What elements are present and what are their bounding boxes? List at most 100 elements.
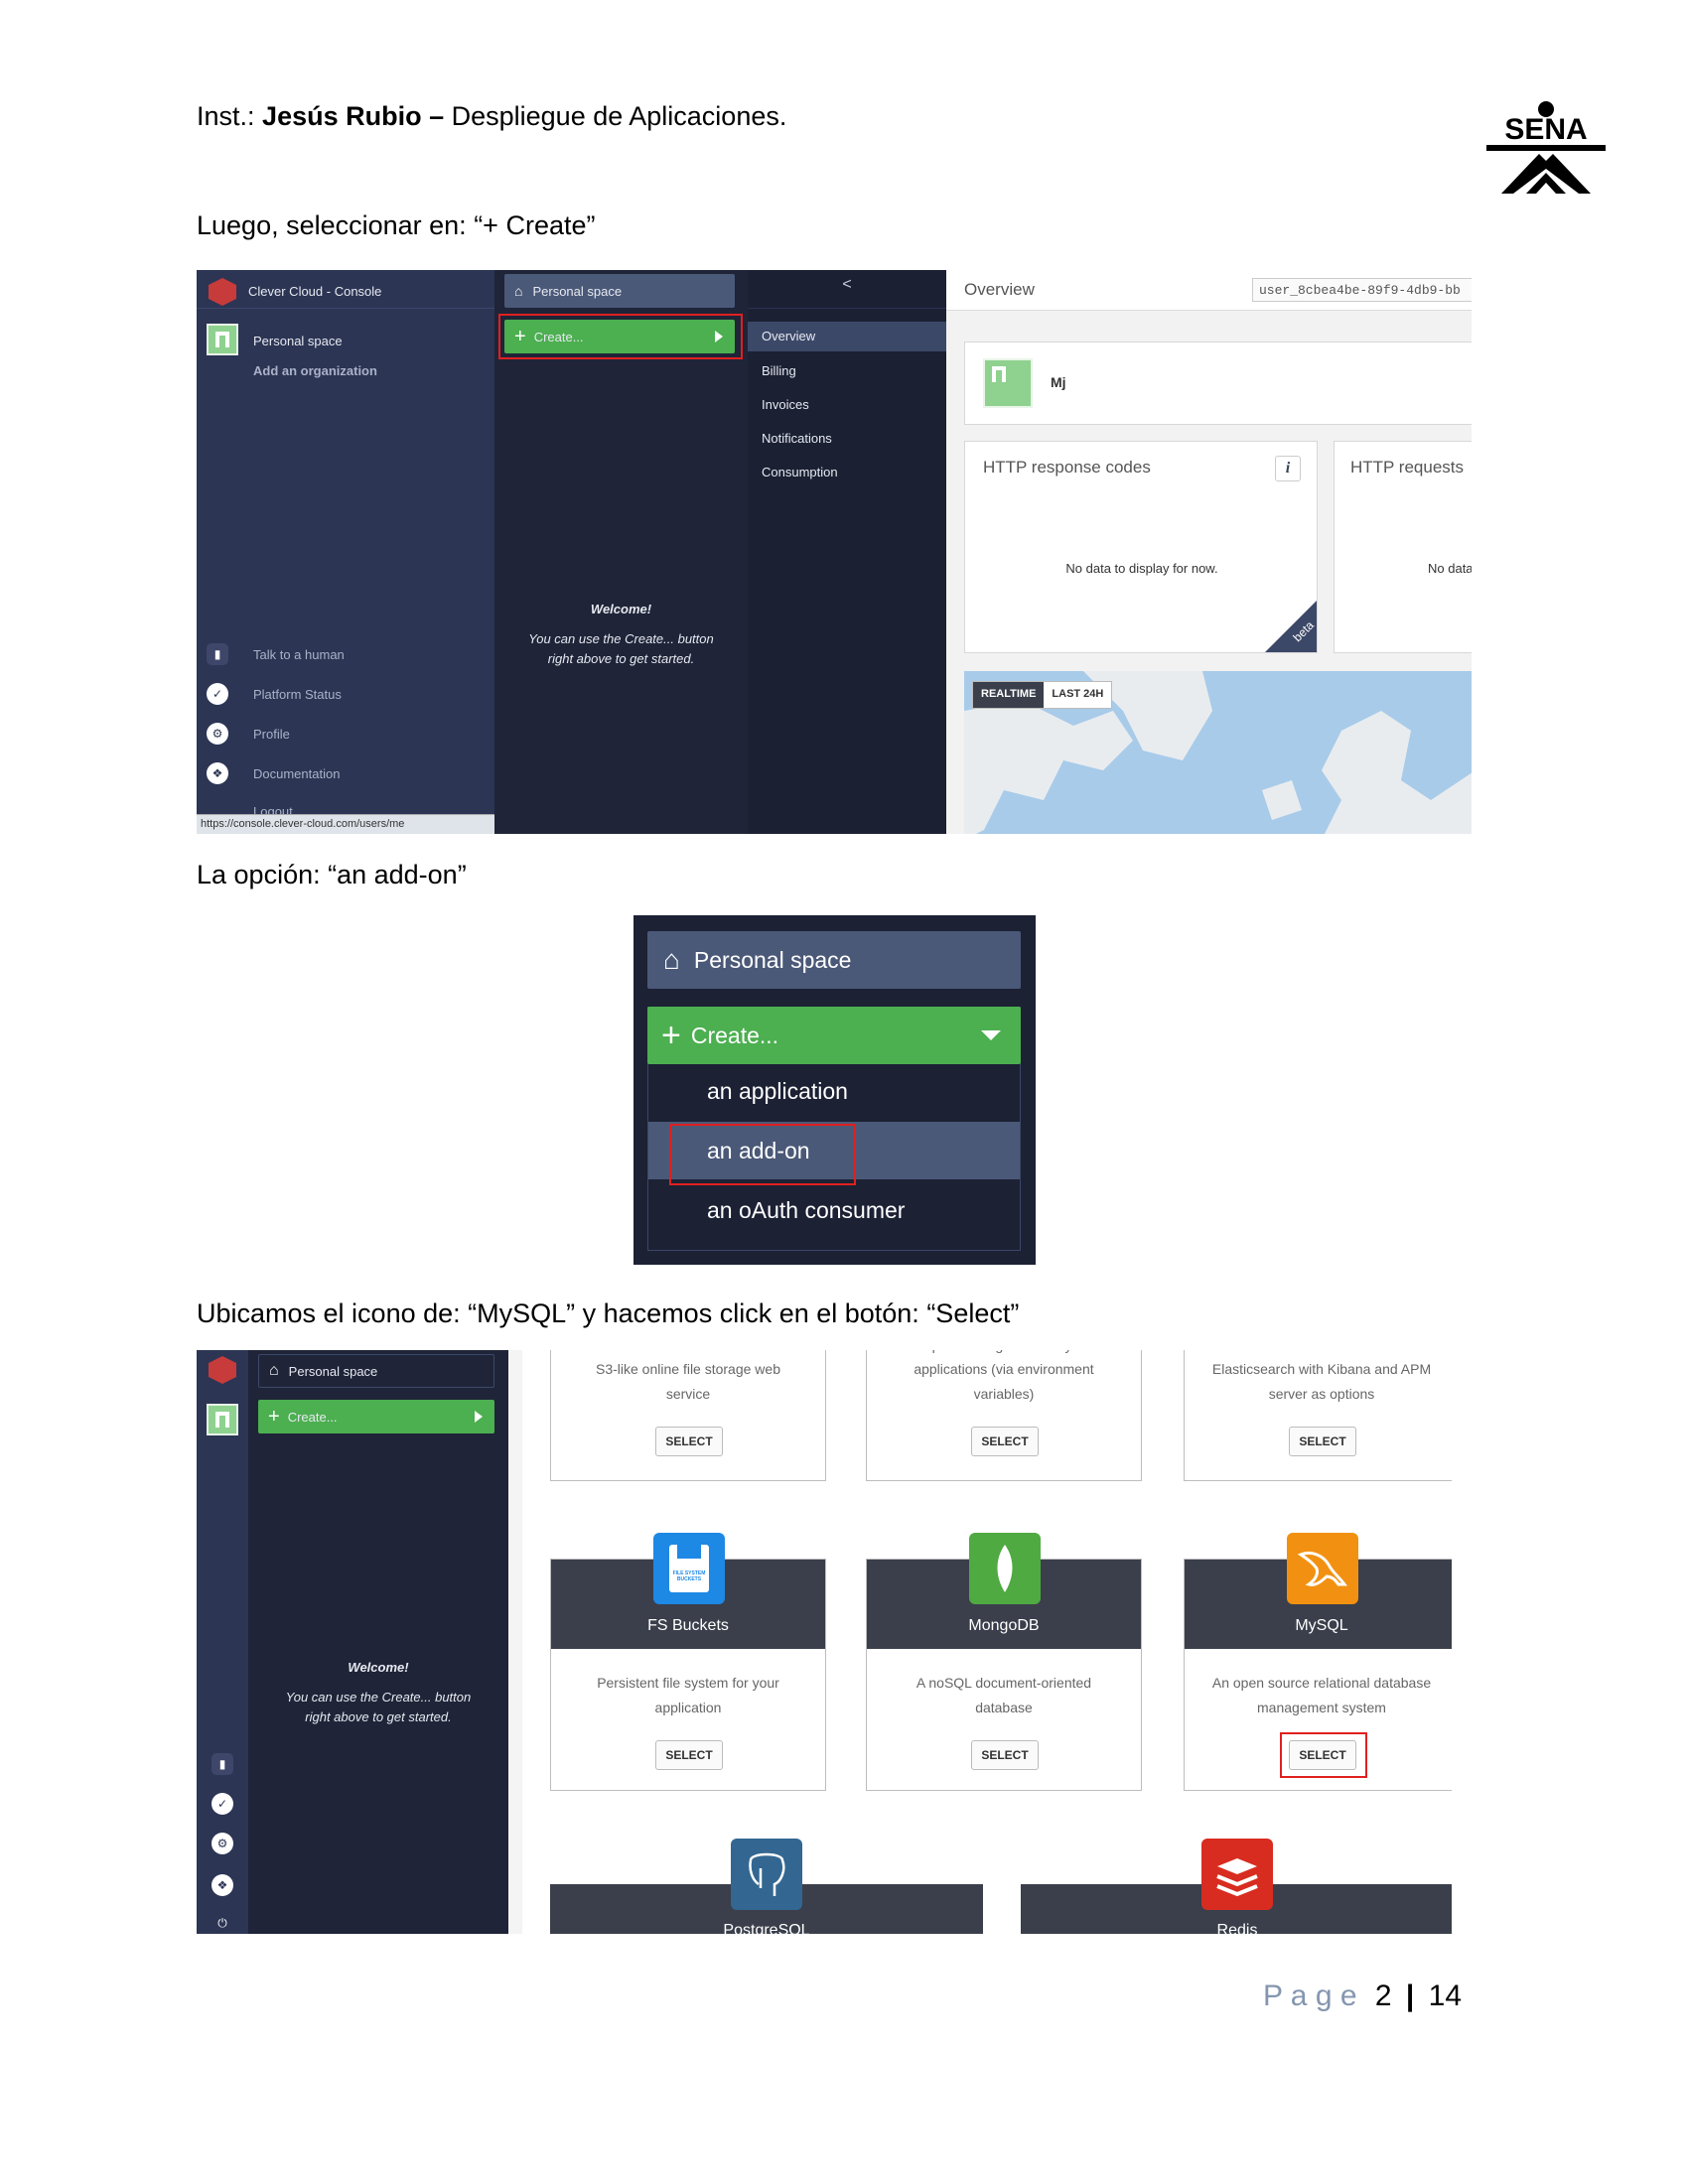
http-requests-title: HTTP requests: [1350, 458, 1465, 477]
status-url: https://console.clever-cloud.com/users/m…: [201, 818, 405, 830]
step-1-text: Luego, seleccionar en: “+ Create”: [197, 210, 596, 240]
addon-card-cellar: S3-like online file storage web service …: [550, 1350, 826, 1481]
console-title: Clever Cloud - Console: [248, 284, 382, 299]
caret-right-icon: [475, 1411, 483, 1423]
addon-desc-line: database: [975, 1700, 1033, 1715]
personal-space-bar[interactable]: ⌂ Personal space: [647, 931, 1021, 989]
step-3-text: Ubicamos el icono de: “MySQL” y hacemos …: [197, 1298, 1020, 1328]
home-icon: ⌂: [514, 283, 523, 299]
page-current: 2: [1374, 1979, 1392, 2012]
submenu-item-invoices[interactable]: Invoices: [762, 397, 809, 412]
addon-desc-line: An open source relational database: [1211, 1675, 1432, 1691]
option-an-application[interactable]: an application: [707, 1078, 848, 1105]
personal-space-avatar[interactable]: [207, 324, 238, 355]
user-id-field[interactable]: user_8cbea4be-89f9-4db9-bb: [1252, 278, 1472, 302]
chat-icon[interactable]: ▮: [207, 643, 228, 665]
info-icon[interactable]: i: [1275, 456, 1301, 481]
chevron-down-icon: [981, 1030, 1001, 1040]
power-icon[interactable]: ⏻: [211, 1912, 233, 1934]
sidebar-talk-to-human[interactable]: Talk to a human: [253, 647, 345, 662]
welcome-body-1: You can use the Create... button: [285, 1690, 472, 1705]
http-response-codes-card: HTTP response codes i No data to display…: [964, 441, 1318, 653]
addon-title: Redis: [1216, 1922, 1258, 1934]
welcome-title: Welcome!: [590, 602, 652, 616]
create-button[interactable]: + Create...: [647, 1007, 1021, 1064]
clever-cloud-logo-icon: [209, 1356, 236, 1384]
sidebar-add-organization[interactable]: Add an organization: [253, 363, 377, 378]
sidebar-platform-status[interactable]: Platform Status: [253, 687, 342, 702]
addon-desc-line: Persistent file system for your: [597, 1675, 779, 1691]
document-header: Inst.: Jesús Rubio – Despliegue de Aplic…: [197, 101, 786, 132]
fs-buckets-icon: FILE SYSTEM BUCKETS: [653, 1533, 725, 1604]
sidebar-personal-space[interactable]: Personal space: [253, 334, 343, 348]
user-avatar: [983, 358, 1033, 408]
status-check-icon[interactable]: ✓: [211, 1793, 233, 1815]
submenu-item-consumption[interactable]: Consumption: [762, 465, 838, 479]
select-button[interactable]: SELECT: [971, 1427, 1039, 1456]
clever-cloud-logo-icon: [209, 278, 236, 306]
page-word: P a g e: [1263, 1979, 1357, 2012]
status-check-icon[interactable]: ✓: [207, 683, 228, 705]
personal-space-avatar[interactable]: [207, 1404, 238, 1435]
page-separator: |: [1405, 1979, 1415, 2012]
home-icon: ⌂: [663, 944, 680, 975]
create-button-label: Create...: [533, 329, 584, 344]
screenshot-addon-catalog: ▮ ✓ ⚙ ❖ ⏻ ⌂ Personal space + Create... W…: [197, 1350, 1452, 1934]
addon-title: MongoDB: [968, 1617, 1040, 1634]
header-course: Despliegue de Aplicaciones.: [451, 101, 787, 131]
welcome-body-1: You can use the Create... button: [528, 631, 714, 646]
mysql-select-highlight: [1280, 1732, 1367, 1778]
http-requests-card: HTTP requests No data: [1334, 441, 1472, 653]
create-button[interactable]: + Create...: [504, 320, 735, 353]
plus-icon: +: [661, 1016, 681, 1054]
console-sidebar: Clever Cloud - Console Personal space Ad…: [197, 270, 494, 834]
select-button[interactable]: SELECT: [655, 1740, 723, 1770]
addon-desc-line: applications (via environment: [914, 1361, 1094, 1377]
create-panel: ⌂ Personal space + Create... Welcome! Yo…: [248, 1350, 508, 1934]
no-data-message: No data to display for now.: [1065, 561, 1218, 576]
addon-title: MySQL: [1295, 1617, 1348, 1634]
collapse-button[interactable]: <: [748, 276, 946, 294]
chat-icon[interactable]: ▮: [211, 1753, 233, 1775]
option-an-add-on[interactable]: an add-on: [707, 1138, 810, 1164]
addon-desc-line: management system: [1257, 1700, 1386, 1715]
documentation-icon[interactable]: ❖: [207, 762, 228, 784]
documentation-icon[interactable]: ❖: [211, 1874, 233, 1896]
option-an-oauth-consumer[interactable]: an oAuth consumer: [707, 1197, 905, 1224]
tab-realtime[interactable]: REALTIME: [973, 682, 1045, 708]
mongodb-leaf-icon: [969, 1533, 1041, 1604]
addon-desc-line: Elasticsearch with Kibana and APM: [1211, 1361, 1432, 1377]
sidebar-documentation[interactable]: Documentation: [253, 766, 340, 781]
step-2-text: La opción: “an add-on”: [197, 860, 467, 889]
personal-space-label: Personal space: [693, 946, 852, 973]
page-number: P a g e 2 | 14: [1263, 1979, 1462, 2013]
header-prefix: Inst.:: [197, 101, 255, 131]
personal-space-bar[interactable]: ⌂ Personal space: [258, 1354, 494, 1388]
select-button[interactable]: SELECT: [971, 1740, 1039, 1770]
addon-desc-line: variables): [973, 1386, 1035, 1402]
gear-icon[interactable]: ⚙: [207, 723, 228, 745]
submenu-item-billing[interactable]: Billing: [762, 363, 796, 378]
addon-title: FS Buckets: [647, 1617, 729, 1634]
sena-logo-text: SENA: [1504, 113, 1587, 146]
personal-space-bar[interactable]: ⌂ Personal space: [504, 274, 735, 308]
sidebar-profile[interactable]: Profile: [253, 727, 290, 742]
home-icon: ⌂: [269, 1362, 279, 1379]
page-total: 14: [1428, 1979, 1463, 2012]
header-instructor: Jesús Rubio –: [262, 101, 445, 131]
addon-desc-line: service: [665, 1386, 711, 1402]
addon-desc-line: server as options: [1268, 1386, 1375, 1402]
create-button-label: Create...: [690, 1022, 779, 1048]
plus-icon: +: [514, 325, 526, 347]
select-button[interactable]: SELECT: [655, 1427, 723, 1456]
screenshot-console-overview: Clever Cloud - Console Personal space Ad…: [197, 270, 1472, 834]
create-button[interactable]: + Create...: [258, 1400, 494, 1433]
mysql-dolphin-icon: [1287, 1533, 1358, 1604]
submenu-item-notifications[interactable]: Notifications: [762, 431, 832, 446]
welcome-title: Welcome!: [348, 1660, 409, 1675]
addon-title: PostgreSQL: [723, 1922, 810, 1934]
submenu-item-overview[interactable]: Overview: [748, 322, 946, 351]
tab-last-24h[interactable]: LAST 24H: [1044, 682, 1111, 708]
gear-icon[interactable]: ⚙: [211, 1833, 233, 1854]
select-button[interactable]: SELECT: [1289, 1427, 1356, 1456]
